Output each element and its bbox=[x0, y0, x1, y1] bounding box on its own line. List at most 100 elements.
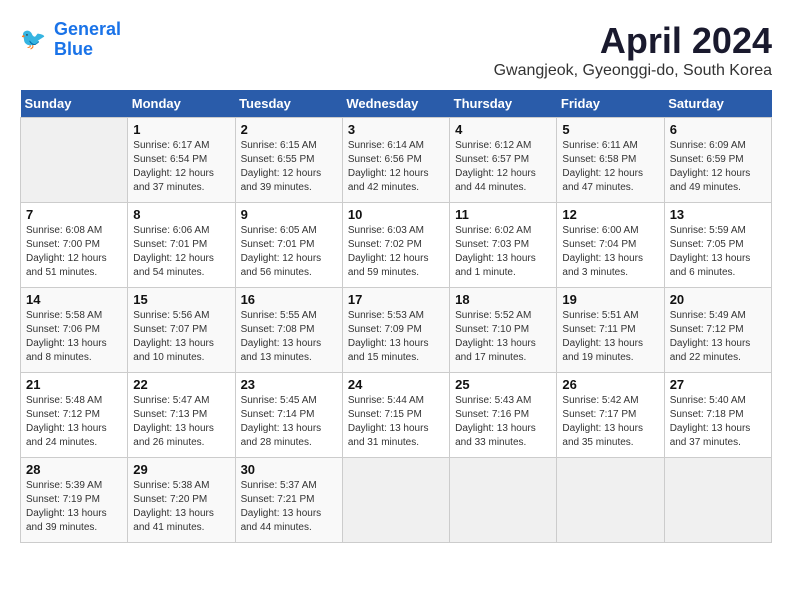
page-header: 🐦 General Blue April 2024 Gwangjeok, Gye… bbox=[20, 20, 772, 80]
day-info: Sunrise: 6:00 AM Sunset: 7:04 PM Dayligh… bbox=[562, 224, 658, 280]
calendar-cell: 11Sunrise: 6:02 AM Sunset: 7:03 PM Dayli… bbox=[450, 203, 557, 288]
calendar-cell bbox=[557, 458, 664, 543]
day-number: 23 bbox=[241, 377, 337, 392]
calendar-cell bbox=[664, 458, 771, 543]
day-info: Sunrise: 6:05 AM Sunset: 7:01 PM Dayligh… bbox=[241, 224, 337, 280]
day-number: 13 bbox=[670, 207, 766, 222]
calendar-cell: 13Sunrise: 5:59 AM Sunset: 7:05 PM Dayli… bbox=[664, 203, 771, 288]
day-info: Sunrise: 5:37 AM Sunset: 7:21 PM Dayligh… bbox=[241, 479, 337, 535]
day-info: Sunrise: 5:44 AM Sunset: 7:15 PM Dayligh… bbox=[348, 394, 444, 450]
calendar-cell: 6 Sunrise: 6:09 AM Sunset: 6:59 PM Daylig… bbox=[664, 118, 771, 203]
day-info: Sunrise: 6:08 AM Sunset: 7:00 PM Dayligh… bbox=[26, 224, 122, 280]
day-number: 21 bbox=[26, 377, 122, 392]
calendar-cell bbox=[450, 458, 557, 543]
day-number: 17 bbox=[348, 292, 444, 307]
calendar-cell: 22 Sunrise: 5:47 AM Sunset: 7:13 PM Dayli… bbox=[128, 373, 235, 458]
day-number: 28 bbox=[26, 462, 122, 477]
calendar-cell: 29 Sunrise: 5:38 AM Sunset: 7:20 PM Dayli… bbox=[128, 458, 235, 543]
calendar-cell: 16Sunrise: 5:55 AM Sunset: 7:08 PM Dayli… bbox=[235, 288, 342, 373]
day-info: Sunrise: 5:39 AM Sunset: 7:19 PM Dayligh… bbox=[26, 479, 122, 535]
day-number: 10 bbox=[348, 207, 444, 222]
calendar-table: SundayMondayTuesdayWednesdayThursdayFrid… bbox=[20, 90, 772, 543]
subtitle: Gwangjeok, Gyeonggi-do, South Korea bbox=[494, 62, 772, 80]
calendar-cell bbox=[21, 118, 128, 203]
svg-text:🐦: 🐦 bbox=[20, 28, 46, 51]
title-section: April 2024 Gwangjeok, Gyeonggi-do, South… bbox=[494, 20, 772, 80]
day-header-wednesday: Wednesday bbox=[342, 90, 449, 118]
day-info: Sunrise: 6:03 AM Sunset: 7:02 PM Dayligh… bbox=[348, 224, 444, 280]
day-number: 20 bbox=[670, 292, 766, 307]
logo-icon: 🐦 bbox=[20, 25, 50, 55]
day-number: 12 bbox=[562, 207, 658, 222]
day-number: 14 bbox=[26, 292, 122, 307]
calendar-cell: 19Sunrise: 5:51 AM Sunset: 7:11 PM Dayli… bbox=[557, 288, 664, 373]
calendar-cell: 25 Sunrise: 5:43 AM Sunset: 7:16 PM Dayli… bbox=[450, 373, 557, 458]
logo: 🐦 General Blue bbox=[20, 20, 121, 60]
calendar-cell: 28 Sunrise: 5:39 AM Sunset: 7:19 PM Dayli… bbox=[21, 458, 128, 543]
calendar-cell: 5 Sunrise: 6:11 AM Sunset: 6:58 PM Daylig… bbox=[557, 118, 664, 203]
day-number: 22 bbox=[133, 377, 229, 392]
day-number: 1 bbox=[133, 122, 229, 137]
day-number: 8 bbox=[133, 207, 229, 222]
day-info: Sunrise: 6:17 AM Sunset: 6:54 PM Dayligh… bbox=[133, 139, 229, 195]
day-header-friday: Friday bbox=[557, 90, 664, 118]
day-header-monday: Monday bbox=[128, 90, 235, 118]
day-info: Sunrise: 5:48 AM Sunset: 7:12 PM Dayligh… bbox=[26, 394, 122, 450]
calendar-week-2: 7 Sunrise: 6:08 AM Sunset: 7:00 PM Daylig… bbox=[21, 203, 772, 288]
day-info: Sunrise: 5:58 AM Sunset: 7:06 PM Dayligh… bbox=[26, 309, 122, 365]
day-number: 6 bbox=[670, 122, 766, 137]
calendar-cell: 9Sunrise: 6:05 AM Sunset: 7:01 PM Daylig… bbox=[235, 203, 342, 288]
calendar-cell: 12 Sunrise: 6:00 AM Sunset: 7:04 PM Dayli… bbox=[557, 203, 664, 288]
calendar-week-4: 21 Sunrise: 5:48 AM Sunset: 7:12 PM Dayli… bbox=[21, 373, 772, 458]
calendar-week-3: 14 Sunrise: 5:58 AM Sunset: 7:06 PM Dayli… bbox=[21, 288, 772, 373]
calendar-cell: 7 Sunrise: 6:08 AM Sunset: 7:00 PM Daylig… bbox=[21, 203, 128, 288]
logo-line1: General bbox=[54, 19, 121, 39]
calendar-cell: 30Sunrise: 5:37 AM Sunset: 7:21 PM Dayli… bbox=[235, 458, 342, 543]
calendar-cell: 20Sunrise: 5:49 AM Sunset: 7:12 PM Dayli… bbox=[664, 288, 771, 373]
day-number: 24 bbox=[348, 377, 444, 392]
day-header-sunday: Sunday bbox=[21, 90, 128, 118]
day-info: Sunrise: 5:47 AM Sunset: 7:13 PM Dayligh… bbox=[133, 394, 229, 450]
day-number: 5 bbox=[562, 122, 658, 137]
calendar-week-1: 1 Sunrise: 6:17 AM Sunset: 6:54 PM Daylig… bbox=[21, 118, 772, 203]
day-header-tuesday: Tuesday bbox=[235, 90, 342, 118]
calendar-cell: 14 Sunrise: 5:58 AM Sunset: 7:06 PM Dayli… bbox=[21, 288, 128, 373]
day-info: Sunrise: 6:11 AM Sunset: 6:58 PM Dayligh… bbox=[562, 139, 658, 195]
calendar-cell: 24 Sunrise: 5:44 AM Sunset: 7:15 PM Dayli… bbox=[342, 373, 449, 458]
day-info: Sunrise: 5:55 AM Sunset: 7:08 PM Dayligh… bbox=[241, 309, 337, 365]
day-number: 2 bbox=[241, 122, 337, 137]
day-info: Sunrise: 5:42 AM Sunset: 7:17 PM Dayligh… bbox=[562, 394, 658, 450]
day-info: Sunrise: 5:53 AM Sunset: 7:09 PM Dayligh… bbox=[348, 309, 444, 365]
day-info: Sunrise: 5:51 AM Sunset: 7:11 PM Dayligh… bbox=[562, 309, 658, 365]
calendar-cell: 1 Sunrise: 6:17 AM Sunset: 6:54 PM Daylig… bbox=[128, 118, 235, 203]
calendar-cell: 27 Sunrise: 5:40 AM Sunset: 7:18 PM Dayli… bbox=[664, 373, 771, 458]
calendar-cell: 18Sunrise: 5:52 AM Sunset: 7:10 PM Dayli… bbox=[450, 288, 557, 373]
day-number: 26 bbox=[562, 377, 658, 392]
calendar-cell: 8 Sunrise: 6:06 AM Sunset: 7:01 PM Daylig… bbox=[128, 203, 235, 288]
day-info: Sunrise: 5:38 AM Sunset: 7:20 PM Dayligh… bbox=[133, 479, 229, 535]
calendar-cell: 3Sunrise: 6:14 AM Sunset: 6:56 PM Daylig… bbox=[342, 118, 449, 203]
day-number: 27 bbox=[670, 377, 766, 392]
day-number: 29 bbox=[133, 462, 229, 477]
calendar-cell: 26 Sunrise: 5:42 AM Sunset: 7:17 PM Dayli… bbox=[557, 373, 664, 458]
day-number: 7 bbox=[26, 207, 122, 222]
main-title: April 2024 bbox=[494, 20, 772, 62]
day-info: Sunrise: 5:40 AM Sunset: 7:18 PM Dayligh… bbox=[670, 394, 766, 450]
logo-text: General Blue bbox=[54, 20, 121, 60]
day-number: 18 bbox=[455, 292, 551, 307]
day-info: Sunrise: 5:56 AM Sunset: 7:07 PM Dayligh… bbox=[133, 309, 229, 365]
calendar-week-5: 28 Sunrise: 5:39 AM Sunset: 7:19 PM Dayli… bbox=[21, 458, 772, 543]
day-info: Sunrise: 5:43 AM Sunset: 7:16 PM Dayligh… bbox=[455, 394, 551, 450]
day-number: 25 bbox=[455, 377, 551, 392]
header-row: SundayMondayTuesdayWednesdayThursdayFrid… bbox=[21, 90, 772, 118]
day-info: Sunrise: 6:09 AM Sunset: 6:59 PM Dayligh… bbox=[670, 139, 766, 195]
day-number: 3 bbox=[348, 122, 444, 137]
logo-line2: Blue bbox=[54, 39, 93, 59]
calendar-cell: 10 Sunrise: 6:03 AM Sunset: 7:02 PM Dayli… bbox=[342, 203, 449, 288]
day-header-thursday: Thursday bbox=[450, 90, 557, 118]
calendar-cell: 23Sunrise: 5:45 AM Sunset: 7:14 PM Dayli… bbox=[235, 373, 342, 458]
day-header-saturday: Saturday bbox=[664, 90, 771, 118]
day-info: Sunrise: 6:06 AM Sunset: 7:01 PM Dayligh… bbox=[133, 224, 229, 280]
calendar-cell: 4Sunrise: 6:12 AM Sunset: 6:57 PM Daylig… bbox=[450, 118, 557, 203]
calendar-cell: 21 Sunrise: 5:48 AM Sunset: 7:12 PM Dayli… bbox=[21, 373, 128, 458]
